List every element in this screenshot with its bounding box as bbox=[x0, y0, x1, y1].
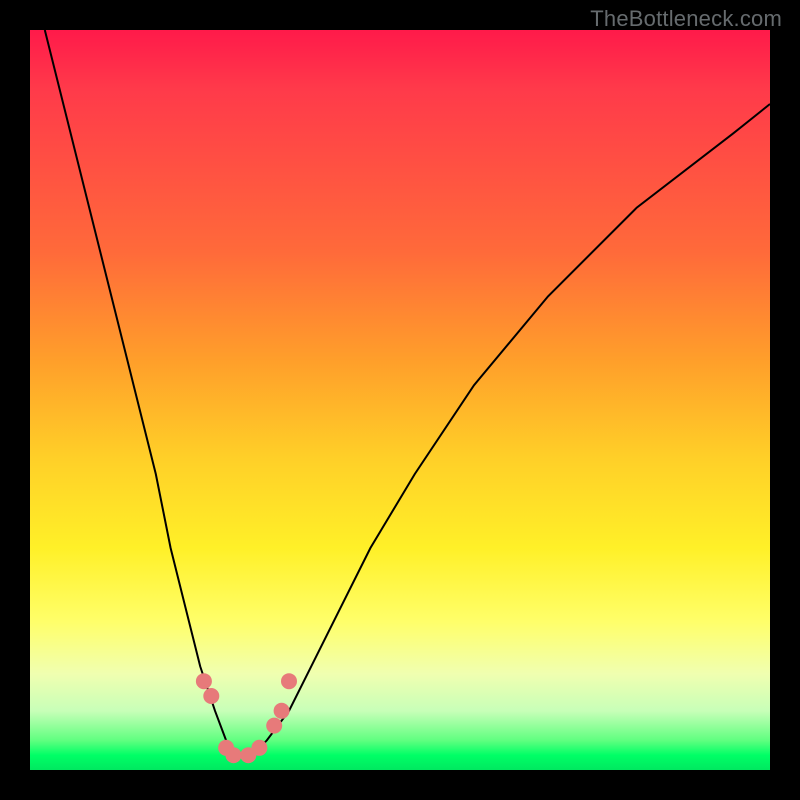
marker-group bbox=[196, 673, 297, 763]
data-marker bbox=[266, 718, 282, 734]
data-marker bbox=[203, 688, 219, 704]
data-marker bbox=[281, 673, 297, 689]
chart-svg bbox=[30, 30, 770, 770]
watermark-text: TheBottleneck.com bbox=[590, 6, 782, 32]
data-marker bbox=[251, 740, 267, 756]
data-marker bbox=[226, 747, 242, 763]
data-marker bbox=[274, 703, 290, 719]
bottleneck-curve bbox=[45, 30, 770, 755]
plot-area bbox=[30, 30, 770, 770]
data-marker bbox=[196, 673, 212, 689]
chart-frame: TheBottleneck.com bbox=[0, 0, 800, 800]
